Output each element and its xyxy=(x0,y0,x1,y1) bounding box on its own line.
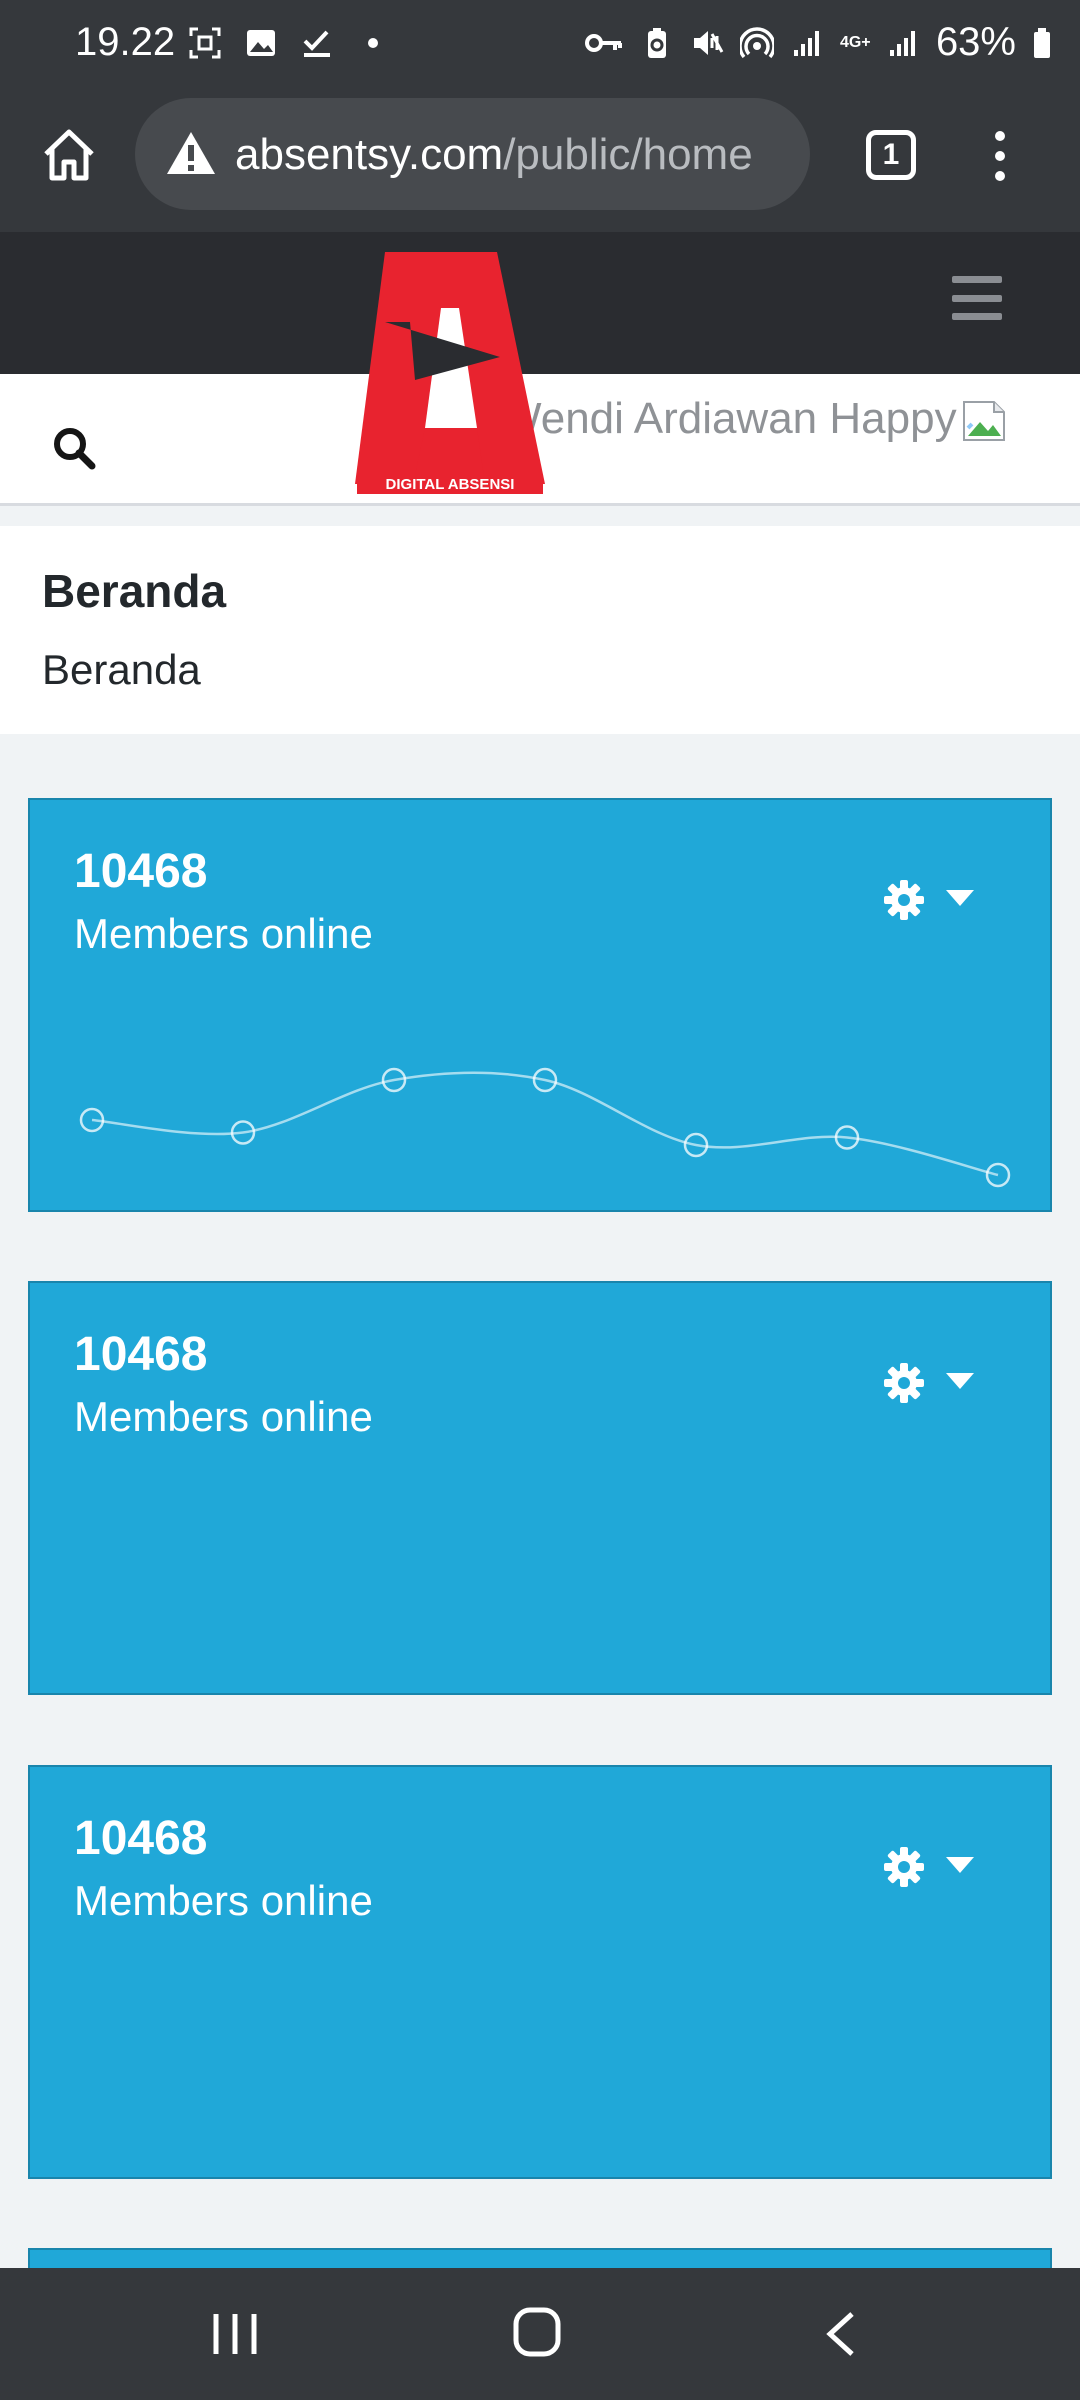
mute-icon xyxy=(693,30,724,55)
stats-card: 10468 Members online xyxy=(28,1765,1052,2179)
digital-absensi-logo[interactable]: DIGITAL ABSENSI xyxy=(355,252,545,494)
search-icon[interactable] xyxy=(52,426,96,470)
vpn-key-icon xyxy=(584,33,622,52)
chevron-down-icon[interactable] xyxy=(946,890,974,906)
more-options-icon[interactable] xyxy=(985,126,1015,186)
page-title: Beranda xyxy=(42,565,227,617)
screenshot-icon xyxy=(189,27,221,59)
stats-card: 10468 Members online xyxy=(28,798,1052,1212)
dot-icon xyxy=(368,38,378,48)
hotspot-icon xyxy=(739,26,774,58)
url-text[interactable]: absentsy.com/public/home xyxy=(235,130,795,180)
gear-icon[interactable] xyxy=(882,878,926,922)
stats-card: 10468 Members online xyxy=(28,1281,1052,1695)
signal-icon-2 xyxy=(889,30,915,56)
warning-icon[interactable] xyxy=(165,130,217,176)
browser-toolbar: absentsy.com/public/home 1 xyxy=(0,92,1080,232)
network-type: 4G+ xyxy=(839,33,871,51)
gallery-icon xyxy=(247,30,275,56)
gear-icon[interactable] xyxy=(882,1361,926,1405)
hamburger-menu-icon[interactable] xyxy=(952,276,1002,320)
status-time: 19.22 xyxy=(75,20,176,64)
page-header: Beranda Beranda xyxy=(0,526,1080,734)
broken-avatar-icon[interactable] xyxy=(960,398,1008,444)
battery-percent: 63% xyxy=(935,20,1016,64)
card-label: Members online xyxy=(74,1877,373,1924)
card-value: 10468 xyxy=(74,1812,208,1865)
signal-icon xyxy=(793,30,819,56)
user-name[interactable]: Wendi Ardiawan Happy xyxy=(500,394,957,444)
recent-apps-icon[interactable] xyxy=(210,2310,260,2358)
chart-series-line xyxy=(91,1071,999,1177)
gear-icon[interactable] xyxy=(882,1845,926,1889)
card-label: Members online xyxy=(74,910,373,957)
chevron-down-icon[interactable] xyxy=(946,1373,974,1389)
system-nav-bar xyxy=(0,2268,1080,2400)
card-value: 10468 xyxy=(74,845,208,898)
logo-text: DIGITAL ABSENSI xyxy=(386,476,515,493)
back-icon[interactable] xyxy=(822,2310,858,2358)
card-value: 10468 xyxy=(74,1328,208,1381)
system-icons: 4G+ 63% xyxy=(584,20,1052,65)
card-label: Members online xyxy=(74,1393,373,1440)
line-chart xyxy=(79,1067,1011,1188)
check-icon xyxy=(303,30,330,57)
battery-icon xyxy=(1034,27,1050,58)
breadcrumb[interactable]: Beranda xyxy=(42,646,201,694)
tab-switcher-button[interactable]: 1 xyxy=(866,130,916,180)
notification-icons xyxy=(188,26,390,60)
home-nav-icon[interactable] xyxy=(512,2306,562,2358)
address-bar[interactable]: absentsy.com/public/home xyxy=(135,98,810,210)
url-path: /public/home xyxy=(503,130,753,179)
chevron-down-icon[interactable] xyxy=(946,1857,974,1873)
battery-saver-icon xyxy=(647,27,666,58)
status-bar: 19.22 4G+ 63% xyxy=(0,0,1080,92)
url-domain: absentsy.com xyxy=(235,130,504,179)
home-icon[interactable] xyxy=(40,126,98,184)
